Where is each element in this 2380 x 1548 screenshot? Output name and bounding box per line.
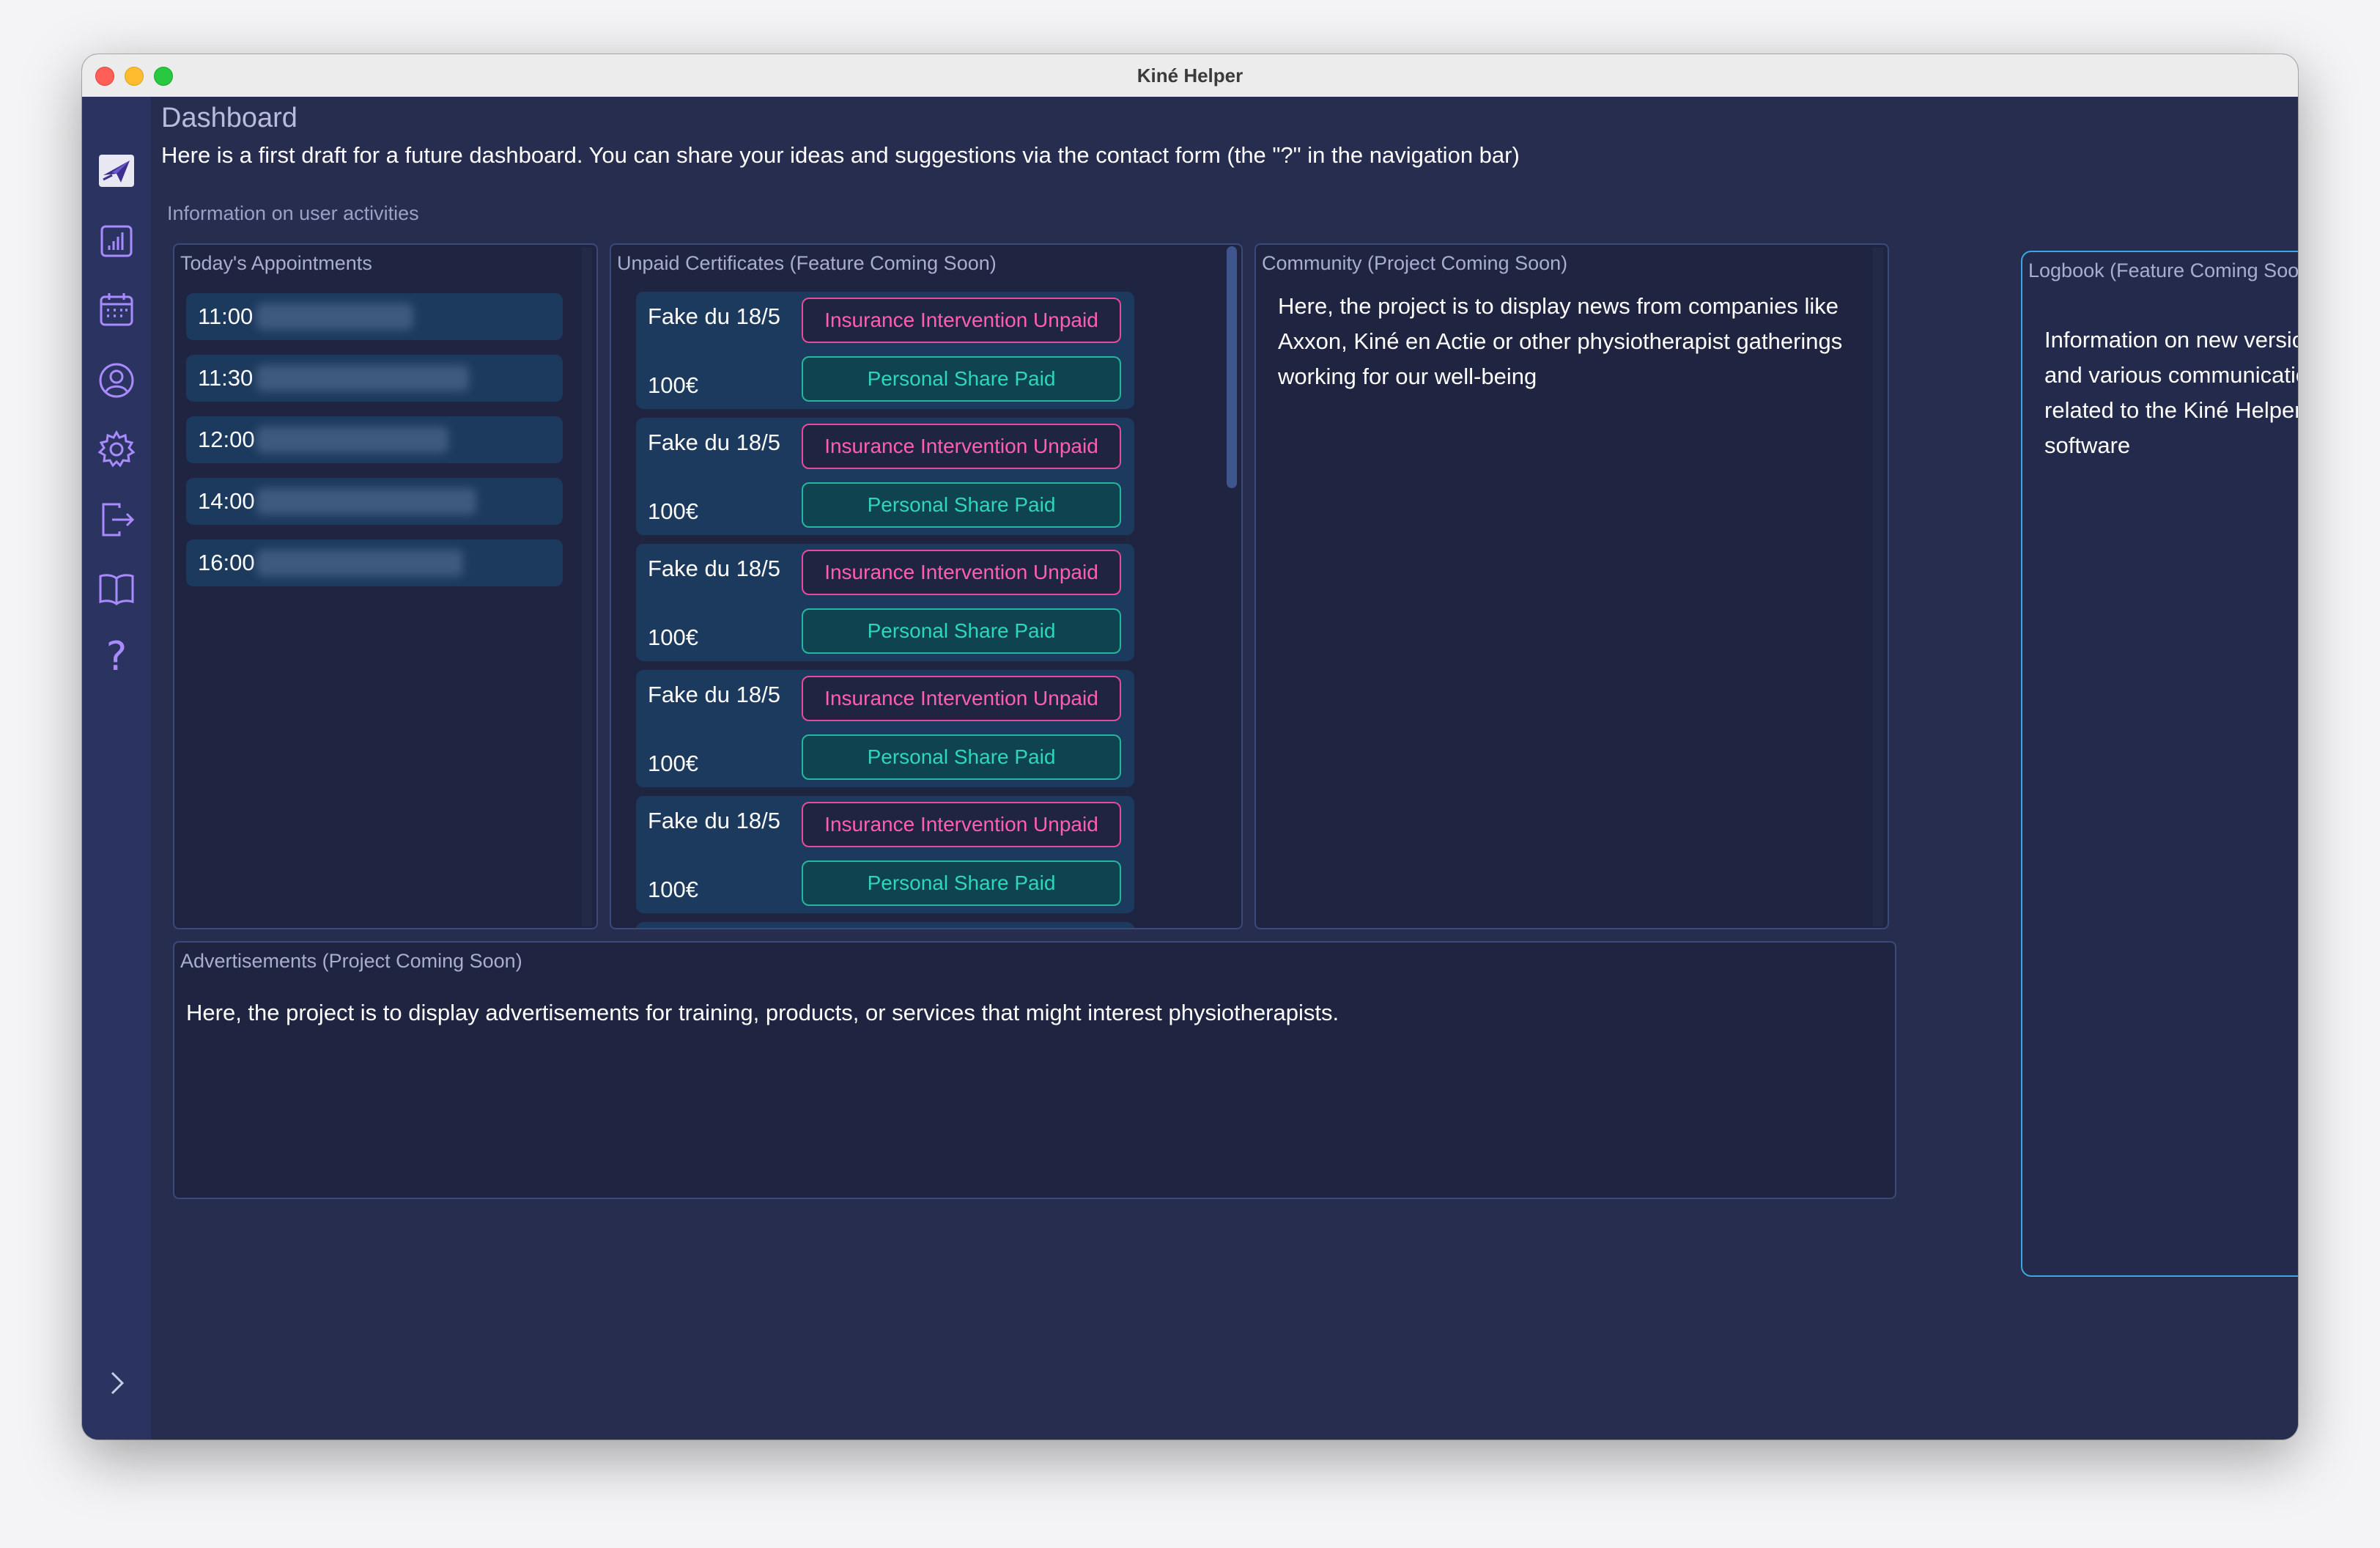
calendar-icon (100, 293, 133, 326)
intro-text: Here is a first draft for a future dashb… (161, 142, 1520, 168)
certificates-panel: Unpaid Certificates (Feature Coming Soon… (610, 243, 1243, 929)
gear-icon (97, 430, 136, 468)
certificate-card: Fake du 18/5 100€ Insurance Intervention… (636, 670, 1134, 787)
certificate-card: Fake du 18/5 100€ Insurance Intervention… (636, 796, 1134, 913)
personal-paid-button[interactable]: Personal Share Paid (802, 482, 1121, 528)
app-window: Kiné Helper ? Dashboard Here is a first … (82, 54, 2298, 1440)
appointment-time: 11:00 (198, 303, 254, 329)
appointment-time: 14:00 (198, 488, 255, 514)
window-title: Kiné Helper (1137, 64, 1243, 86)
appointment-item[interactable]: 12:00 (186, 416, 563, 463)
personal-paid-button[interactable]: Personal Share Paid (802, 860, 1121, 906)
insurance-unpaid-button[interactable]: Insurance Intervention Unpaid (802, 550, 1121, 595)
insurance-unpaid-button[interactable]: Insurance Intervention Unpaid (802, 424, 1121, 469)
appointment-item[interactable]: 16:00 (186, 539, 563, 586)
certificate-card: Fake du 18/5 100€ Insurance Intervention… (636, 544, 1134, 661)
insurance-unpaid-button[interactable]: Insurance Intervention Unpaid (802, 298, 1121, 343)
certificate-amount: 100€ (648, 498, 698, 524)
blurred-patient-name (256, 488, 476, 515)
community-text: Here, the project is to display news fro… (1278, 293, 1843, 389)
paper-plane-icon (99, 155, 134, 187)
sidebar-item-documentation[interactable] (94, 566, 139, 611)
personal-paid-button[interactable]: Personal Share Paid (802, 608, 1121, 654)
sidebar-item-patients[interactable] (94, 358, 139, 403)
sidebar-item-home[interactable] (94, 148, 139, 194)
appointment-item[interactable]: 11:00 (186, 293, 563, 340)
appointment-time: 11:30 (198, 365, 254, 391)
page-title: Dashboard (161, 103, 298, 133)
advertisements-text: Here, the project is to display advertis… (186, 1000, 1339, 1025)
book-icon (99, 574, 134, 605)
certificate-amount: 100€ (648, 877, 698, 902)
certificate-name: Fake du 18/5 (648, 682, 780, 707)
dashboard-content: Dashboard Here is a first draft for a fu… (151, 97, 2298, 1440)
certificate-name: Fake du 18/5 (648, 808, 780, 833)
insurance-unpaid-button[interactable]: Insurance Intervention Unpaid (802, 676, 1121, 721)
appointment-time: 12:00 (198, 427, 255, 452)
logout-icon (102, 503, 135, 537)
user-activities-label: Information on user activities (167, 202, 419, 224)
title-bar: Kiné Helper (82, 54, 2298, 97)
advertisements-panel: Advertisements (Project Coming Soon) Her… (173, 941, 1896, 1199)
bar-chart-icon (100, 225, 133, 257)
blurred-patient-name (256, 427, 448, 453)
help-icon: ? (106, 633, 128, 679)
certificate-card-partial (636, 922, 1134, 928)
certificate-name: Fake du 18/5 (648, 556, 780, 581)
insurance-unpaid-button[interactable]: Insurance Intervention Unpaid (802, 802, 1121, 847)
appointment-time: 16:00 (198, 550, 255, 575)
sidebar-item-logout[interactable] (94, 497, 139, 542)
logbook-panel: Logbook (Feature Coming Soon) Informatio… (2021, 251, 2298, 1277)
blurred-patient-name (256, 365, 469, 391)
community-scrollbar-track[interactable] (1873, 248, 1883, 926)
certificates-title: Unpaid Certificates (Feature Coming Soon… (617, 252, 997, 274)
sidebar-expand-button[interactable] (94, 1360, 139, 1406)
certificate-card: Fake du 18/5 100€ Insurance Intervention… (636, 292, 1134, 409)
sidebar-item-settings[interactable] (94, 427, 139, 472)
user-circle-icon (99, 363, 134, 398)
blurred-patient-name (256, 550, 463, 576)
sidebar-item-agenda[interactable] (94, 287, 139, 333)
chevron-right-icon (111, 1371, 125, 1395)
sidebar-item-help[interactable]: ? (94, 633, 139, 679)
sidebar: ? (82, 97, 151, 1440)
appointments-title: Today's Appointments (180, 252, 372, 274)
appointments-panel: Today's Appointments 11:00 11:30 12:00 1… (173, 243, 598, 929)
appointment-item[interactable]: 14:00 (186, 478, 563, 525)
appointment-item[interactable]: 11:30 (186, 355, 563, 402)
personal-paid-button[interactable]: Personal Share Paid (802, 734, 1121, 780)
certificate-amount: 100€ (648, 372, 698, 398)
personal-paid-button[interactable]: Personal Share Paid (802, 356, 1121, 402)
logbook-title: Logbook (Feature Coming Soon) (2028, 259, 2298, 281)
certificate-card: Fake du 18/5 100€ Insurance Intervention… (636, 418, 1134, 535)
certificate-amount: 100€ (648, 624, 698, 650)
community-panel: Community (Project Coming Soon) Here, th… (1254, 243, 1889, 929)
community-title: Community (Project Coming Soon) (1262, 252, 1568, 274)
advertisements-title: Advertisements (Project Coming Soon) (180, 950, 522, 972)
logbook-text: Information on new versions and various … (2044, 327, 2298, 458)
certificate-name: Fake du 18/5 (648, 430, 780, 455)
blurred-patient-name (256, 303, 413, 330)
sidebar-item-statistics[interactable] (94, 218, 139, 264)
certificate-name: Fake du 18/5 (648, 303, 780, 329)
certificates-scrollbar[interactable] (1227, 246, 1237, 488)
certificate-amount: 100€ (648, 751, 698, 776)
appointments-scrollbar-track[interactable] (582, 248, 592, 926)
